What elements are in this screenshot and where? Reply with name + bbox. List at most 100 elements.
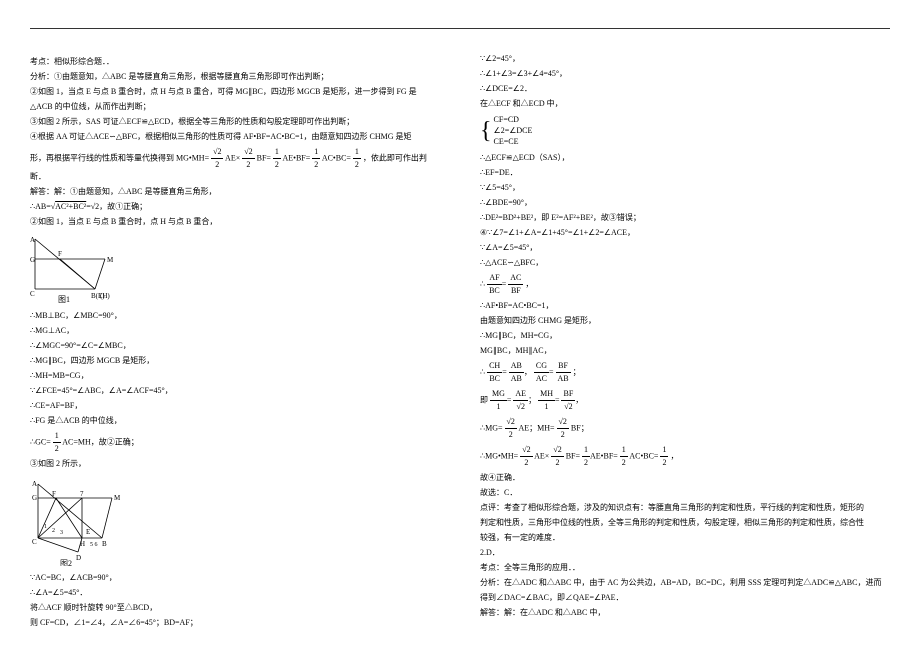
line: 点评：考查了相似形综合题，涉及的知识点有：等腰直角三角形的判定和性质，平行线的判… <box>480 502 890 514</box>
line: ∴△ECF≌△ECD（SAS）， <box>480 152 890 164</box>
frac: √22 <box>520 444 532 469</box>
ratio-line-2: ∴ CHBC= ABAB， CGAC= BFAB ； <box>480 360 890 385</box>
line: ∴GC= 12 AC=MH，故②正确； <box>30 430 440 455</box>
line: ∴∠BDE=90°， <box>480 197 890 209</box>
line: 将△ACF 顺时针旋转 90°至△BCD， <box>30 602 440 614</box>
line: 在△ECF 和△ECD 中， <box>480 98 890 110</box>
solution-start: 解答：解：①由题意知，△ABC 是等腰直角三角形， <box>30 186 440 198</box>
text: ， <box>525 279 533 288</box>
text: AE；MH= <box>518 423 554 432</box>
frac: BF√2 <box>561 388 575 413</box>
analysis-1: 分析：①由题意知，△ABC 是等腰直角三角形，根据等腰直角三角形即可作出判断； <box>30 71 440 83</box>
svg-text:G: G <box>32 494 37 502</box>
svg-text:D: D <box>76 554 81 562</box>
line: ④∵∠7=∠1+∠A=∠1+45°=∠1+∠2=∠ACE， <box>480 227 890 239</box>
q2-topic: 考点：全等三角形的应用．． <box>480 562 890 574</box>
svg-text:C: C <box>30 290 35 298</box>
svg-text:(H): (H) <box>100 292 110 300</box>
line: ∴∠DCE=∠2． <box>480 83 890 95</box>
svg-text:7: 7 <box>80 490 84 498</box>
svg-text:G: G <box>30 256 35 264</box>
svg-text:F: F <box>52 490 56 498</box>
frac: ACBF <box>508 272 523 297</box>
text: AE•BF= <box>282 153 310 162</box>
line: ∴FG 是△ACB 的中位线， <box>30 415 440 427</box>
frac-sqrt2-2: √22 <box>242 146 254 171</box>
ratio-line: ∴ AFBC= ACBF ， <box>480 272 890 297</box>
line: ∴MB⊥BC，∠MBC=90°， <box>30 310 440 322</box>
line: 判定和性质，三角形中位线的性质，全等三角形的判定和性质，勾股定理，相似三角形的判… <box>480 517 890 529</box>
frac: ABAB <box>509 360 524 385</box>
analysis-2: ②如图 1，当点 E 与点 B 重合时，点 H 与点 B 重合，可得 MG∥BC… <box>30 86 440 98</box>
svg-text:F: F <box>58 250 62 258</box>
svg-text:3: 3 <box>60 530 63 536</box>
text: BF= <box>566 451 580 460</box>
case-system: { CF=CD ∠2=∠DCE CE=CE <box>480 114 890 148</box>
svg-text:A: A <box>30 236 35 244</box>
fig2-label: 图2 <box>60 559 72 566</box>
analysis-2b: △ACB 的中位线，从而作出判断； <box>30 101 440 113</box>
q2-analysis: 分析：在△ADC 和△ABC 中，由于 AC 为公共边，AB=AD，BC=DC，… <box>480 577 890 589</box>
line: ∴EF=DE． <box>480 167 890 179</box>
svg-text:C: C <box>32 538 37 546</box>
topic-line: 考点：相似形综合题．． <box>30 56 440 68</box>
analysis-3: ③如图 2 所示，SAS 可证△ECF≌△ECD，根据全等三角形的性质和勾股定理… <box>30 116 440 128</box>
text: ∴MG•MH= <box>480 451 518 460</box>
text: ∴ <box>480 367 485 376</box>
line: MG∥BC，MH∥AC， <box>480 345 890 357</box>
frac: AE√2 <box>513 388 528 413</box>
line: 则 CF=CD，∠1=∠4，∠A=∠6=45°；BD=AF； <box>30 617 440 629</box>
mg-mh-product: ∴MG•MH= √22 AE× √22 BF= 12AE•BF= 12 AC•B… <box>480 444 890 469</box>
line: ∴MG∥BC，MH=CG， <box>480 330 890 342</box>
frac-1-2: 12 <box>273 146 281 171</box>
frac: √22 <box>505 416 517 441</box>
svg-text:1: 1 <box>44 524 47 530</box>
frac: 12 <box>582 444 590 469</box>
text: AC•BC= <box>629 451 658 460</box>
figure-2: A G F 7 M 1 2 3 C H 5 6 E B D 图2 <box>30 476 440 566</box>
frac: CHBC <box>487 360 502 385</box>
text: ∴AB= <box>30 202 51 211</box>
text: AC=MH，故②正确； <box>62 437 139 446</box>
frac: 12 <box>660 444 668 469</box>
svg-text:H: H <box>80 540 85 548</box>
frac-1-2: 12 <box>312 146 320 171</box>
line: ∴MG⊥AC， <box>30 325 440 337</box>
analysis-4b: 形，再根据平行线的性质和等量代换得到 MG•MH= √22 AE× √22 BF… <box>30 146 440 183</box>
frac: √22 <box>557 416 569 441</box>
text: AE× <box>534 451 549 460</box>
case-line: ∠2=∠DCE <box>494 125 533 136</box>
figure-1: A G F M C B(E) (H) 图1 <box>30 234 440 304</box>
frac: CGAC <box>534 360 549 385</box>
q2-solution: 解答：解：在△ADC 和△ABC 中， <box>480 607 890 619</box>
q2-analysis-2: 得到∠DAC=∠BAC，即∠QAE=∠PAE． <box>480 592 890 604</box>
line: 故④正确． <box>480 472 890 484</box>
svg-text:B: B <box>102 540 107 548</box>
text: =√2，故①正确； <box>86 202 147 211</box>
frac: MG1 <box>490 388 507 413</box>
fig1-label: 图1 <box>58 295 70 304</box>
line: ③如图 2 所示， <box>30 458 440 470</box>
frac: MH1 <box>538 388 555 413</box>
frac: 12 <box>620 444 628 469</box>
text: ， <box>670 451 678 460</box>
line: ∵∠A=∠5=45°， <box>480 242 890 254</box>
line: 由题意知四边形 CHMG 是矩形， <box>480 315 890 327</box>
frac: AFBC <box>487 272 502 297</box>
sec2-heading: ②如图 1，当点 E 与点 B 重合时，点 H 与点 B 重合， <box>30 216 440 228</box>
analysis-4: ④根据 AA 可证△ACE∽△BFC，根据相似三角形的性质可得 AF•BF=AC… <box>30 131 440 143</box>
text: BF； <box>571 423 589 432</box>
line: ∵∠5=45°， <box>480 182 890 194</box>
text: AC•BC= <box>322 153 351 162</box>
document-body: 考点：相似形综合题．． 分析：①由题意知，△ABC 是等腰直角三角形，根据等腰直… <box>30 53 890 633</box>
text: BF= <box>257 153 271 162</box>
text: ∴GC= <box>30 437 51 446</box>
svg-text:E: E <box>86 528 90 536</box>
line: ∴△ACE∽△BFC， <box>480 257 890 269</box>
text: AE× <box>225 153 240 162</box>
line: ∴AF•BF=AC•BC=1， <box>480 300 890 312</box>
svg-text:2: 2 <box>52 528 55 534</box>
line: 故选：C． <box>480 487 890 499</box>
svg-text:5 6: 5 6 <box>90 542 98 548</box>
line: ∵AC=BC，∠ACB=90°， <box>30 572 440 584</box>
